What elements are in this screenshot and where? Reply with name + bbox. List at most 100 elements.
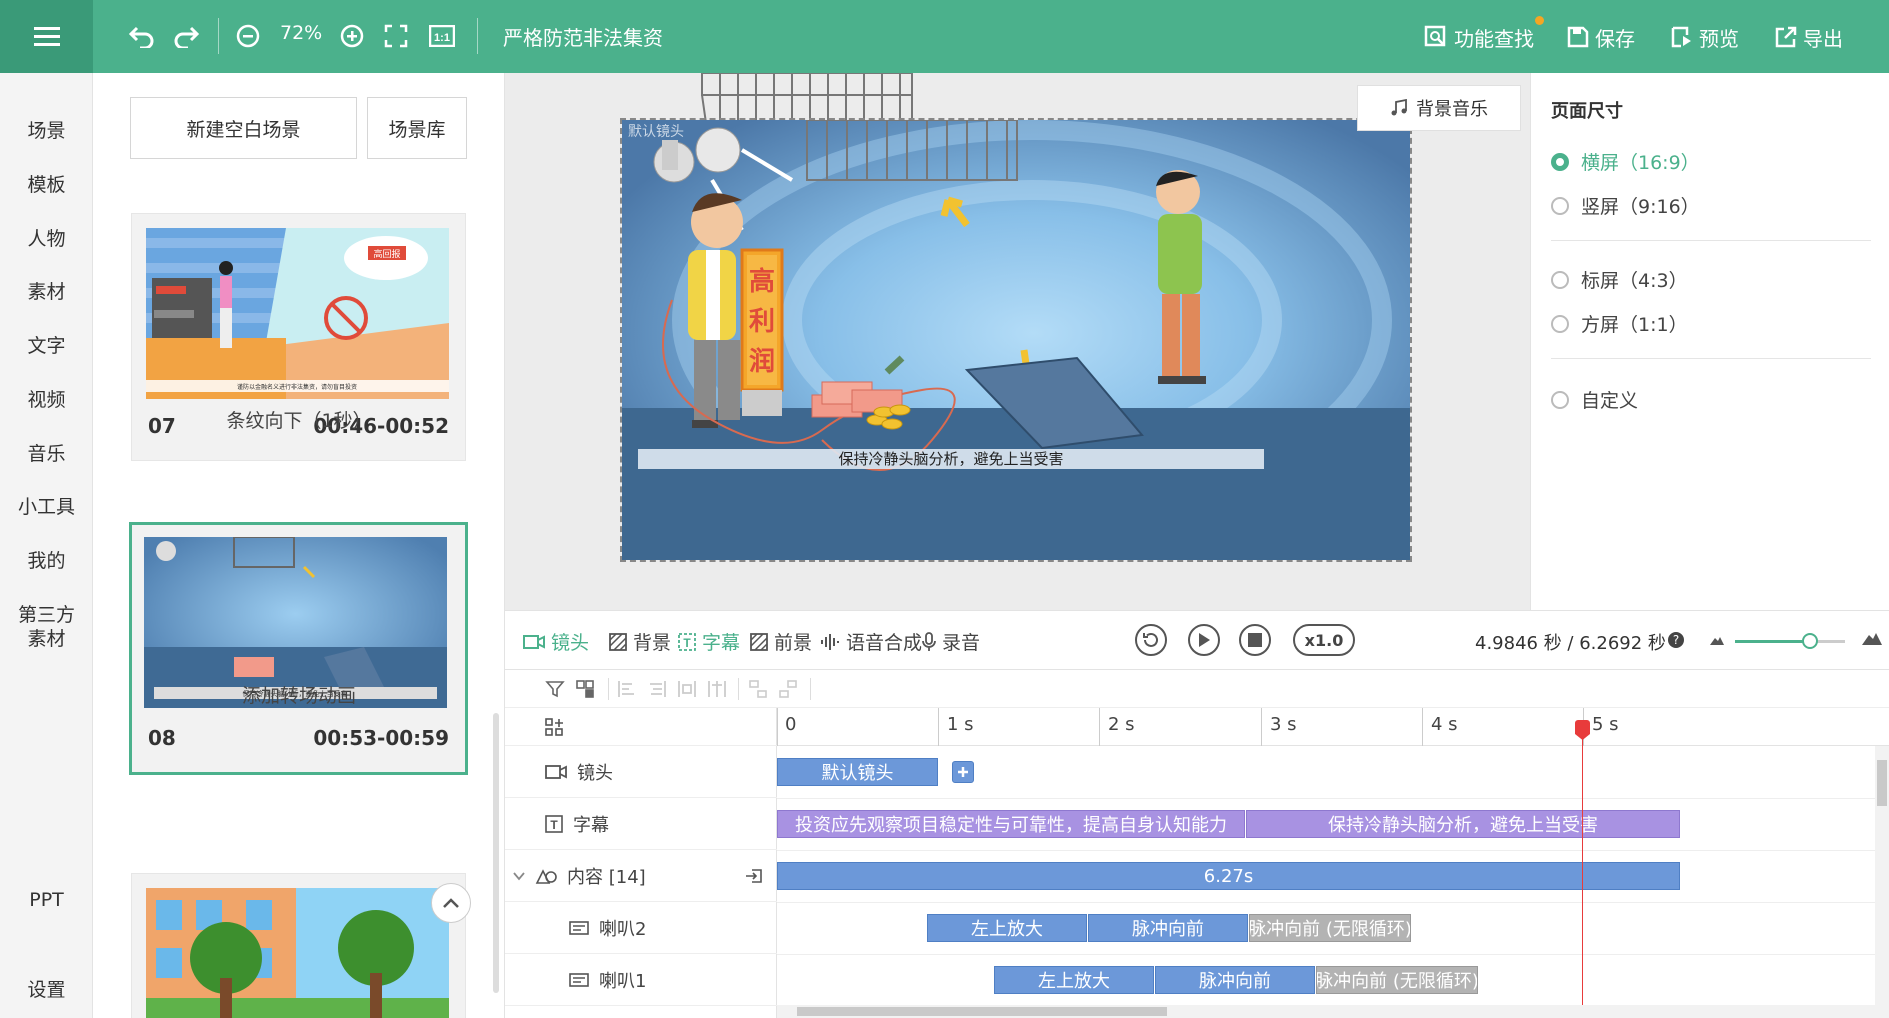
- nav-item-ppt[interactable]: PPT: [0, 888, 93, 912]
- timeline-zoom-slider[interactable]: [1735, 633, 1845, 649]
- new-blank-scene-button[interactable]: 新建空白场景: [130, 97, 357, 159]
- animation-clip[interactable]: 脉冲向前 (无限循环): [1316, 966, 1478, 994]
- fullscreen-icon[interactable]: [380, 20, 412, 52]
- group-icon[interactable]: [748, 679, 768, 699]
- svg-text:T: T: [550, 818, 558, 832]
- nav-item-third-party[interactable]: 第三方素材: [0, 603, 93, 651]
- timeline-tracks[interactable]: 0 1 s 2 s 3 s 4 s 5 s 默认镜头 投资应先观察项目稳定性与可…: [777, 708, 1889, 1018]
- page-size-panel: 页面尺寸 横屏（16:9） 竖屏（9:16） 标屏（4:3） 方屏（1:1） 自…: [1530, 73, 1889, 610]
- help-icon[interactable]: ?: [1668, 632, 1684, 648]
- radio-standard[interactable]: 标屏（4:3）: [1551, 266, 1688, 293]
- tab-tts[interactable]: 语音合成: [820, 628, 922, 655]
- replay-button[interactable]: [1135, 624, 1167, 656]
- exit-group-icon[interactable]: [745, 867, 763, 885]
- tab-foreground[interactable]: 前景: [750, 628, 812, 655]
- project-title[interactable]: 严格防范非法集资: [503, 22, 663, 51]
- feature-search-button[interactable]: 功能查找: [1424, 16, 1544, 54]
- scene-card-selected[interactable]: 保持冷静头脑分析，避免上当受害 08 00:53-00:59: [129, 522, 468, 775]
- save-label: 保存: [1595, 26, 1635, 51]
- play-button[interactable]: [1188, 624, 1220, 656]
- nav-item-tools[interactable]: 小工具: [0, 495, 93, 519]
- animation-clip[interactable]: 脉冲向前 (无限循环): [1249, 914, 1411, 942]
- nav-item-text[interactable]: 文字: [0, 334, 93, 358]
- filter-icon[interactable]: [545, 679, 565, 699]
- nav-item-material[interactable]: 素材: [0, 280, 93, 304]
- tab-background[interactable]: 背景: [609, 628, 671, 655]
- stage-canvas[interactable]: 高 利 润 保持冷静头脑分析，避免上当受害 默认镜头: [620, 118, 1412, 562]
- export-button[interactable]: 导出: [1775, 20, 1843, 54]
- play-icon: [1199, 633, 1210, 647]
- time-ruler[interactable]: [777, 708, 1889, 746]
- playback-speed-button[interactable]: x1.0: [1293, 624, 1355, 656]
- add-camera-button[interactable]: [952, 761, 974, 783]
- nav-item-character[interactable]: 人物: [0, 227, 93, 251]
- zoom-in-mountain-icon[interactable]: [1862, 631, 1882, 645]
- foreground-icon: [750, 632, 768, 651]
- align-left-icon[interactable]: [617, 679, 637, 699]
- scene-transition-label[interactable]: 条纹向下（1秒）: [93, 406, 505, 433]
- layer-order-icon[interactable]: [575, 679, 595, 699]
- add-transition-button[interactable]: 添加转场动画: [93, 681, 505, 708]
- page-size-title: 页面尺寸: [1551, 101, 1623, 122]
- background-music-button[interactable]: 背景音乐: [1357, 85, 1521, 131]
- nav-item-template[interactable]: 模板: [0, 173, 93, 197]
- animation-clip[interactable]: 左上放大: [994, 966, 1154, 994]
- hamburger-menu-icon[interactable]: [0, 0, 93, 73]
- nav-item-video[interactable]: 视频: [0, 388, 93, 412]
- scene-panel-scrollbar[interactable]: [493, 713, 499, 993]
- zoom-out-mountain-icon[interactable]: [1710, 635, 1724, 645]
- zoom-out-icon[interactable]: [232, 20, 264, 52]
- subtitle-clip[interactable]: 保持冷静头脑分析，避免上当受害: [1246, 810, 1680, 838]
- animation-clip[interactable]: 左上放大: [927, 914, 1087, 942]
- radio-square[interactable]: 方屏（1:1）: [1551, 310, 1688, 337]
- subtitle-clip[interactable]: 投资应先观察项目稳定性与可靠性，提高自身认知能力: [777, 810, 1245, 838]
- chevron-down-icon[interactable]: [513, 871, 525, 881]
- man-character-left[interactable]: [688, 193, 743, 428]
- distribute-horizontal-icon[interactable]: [677, 679, 697, 699]
- track-label-subtitle[interactable]: T 字幕: [505, 798, 777, 850]
- scroll-thumb[interactable]: [1877, 760, 1887, 806]
- redo-icon[interactable]: [170, 20, 202, 52]
- animation-clip[interactable]: 脉冲向前: [1155, 966, 1315, 994]
- scroll-up-button[interactable]: [431, 883, 471, 923]
- animation-clip[interactable]: 脉冲向前: [1088, 914, 1248, 942]
- top-toolbar: 72% 1:1 严格防范非法集资 功能查找 保存 预览 导出: [0, 0, 1889, 73]
- timeline-vertical-scrollbar[interactable]: [1875, 746, 1889, 1018]
- radio-portrait[interactable]: 竖屏（9:16）: [1551, 192, 1700, 219]
- track-label-content[interactable]: 内容 [14]: [505, 850, 777, 902]
- nav-item-mine[interactable]: 我的: [0, 549, 93, 573]
- zoom-in-icon[interactable]: [336, 20, 368, 52]
- radio-landscape[interactable]: 横屏（16:9）: [1551, 148, 1700, 175]
- camera-clip[interactable]: 默认镜头: [777, 758, 938, 786]
- distribute-vertical-icon[interactable]: [707, 679, 727, 699]
- nav-item-scene[interactable]: 场景: [0, 119, 93, 143]
- stage-caption[interactable]: 保持冷静头脑分析，避免上当受害: [838, 450, 1063, 468]
- undo-icon[interactable]: [126, 20, 158, 52]
- scroll-thumb[interactable]: [797, 1007, 1167, 1016]
- scene-library-button[interactable]: 场景库: [367, 97, 467, 159]
- track-label-camera[interactable]: 镜头: [505, 746, 777, 798]
- default-camera-label: 默认镜头: [628, 124, 684, 140]
- nav-item-music[interactable]: 音乐: [0, 442, 93, 466]
- high-profit-sign[interactable]: 高 利 润: [740, 248, 784, 416]
- nav-item-settings[interactable]: 设置: [0, 978, 93, 1002]
- radio-custom[interactable]: 自定义: [1551, 386, 1638, 413]
- tab-record[interactable]: 录音: [922, 628, 980, 655]
- slider-thumb[interactable]: [1801, 633, 1818, 649]
- align-right-icon[interactable]: [647, 679, 667, 699]
- tab-subtitle[interactable]: T 字幕: [678, 628, 740, 655]
- tab-camera[interactable]: 镜头: [523, 628, 589, 655]
- scene-number: 08: [148, 726, 176, 750]
- content-icon: [535, 868, 557, 884]
- scene-card[interactable]: [131, 873, 466, 1018]
- content-group-clip[interactable]: 6.27s: [777, 862, 1680, 890]
- stop-button[interactable]: [1239, 624, 1271, 656]
- track-label-horn2[interactable]: 喇叭2: [505, 902, 777, 954]
- timeline-horizontal-scrollbar[interactable]: [777, 1005, 1875, 1018]
- tracks-icon[interactable]: [545, 717, 563, 736]
- save-button[interactable]: 保存: [1567, 20, 1635, 54]
- ungroup-icon[interactable]: [778, 679, 798, 699]
- actual-size-icon[interactable]: 1:1: [426, 20, 458, 52]
- track-label-horn1[interactable]: 喇叭1: [505, 954, 777, 1006]
- preview-button[interactable]: 预览: [1671, 20, 1739, 54]
